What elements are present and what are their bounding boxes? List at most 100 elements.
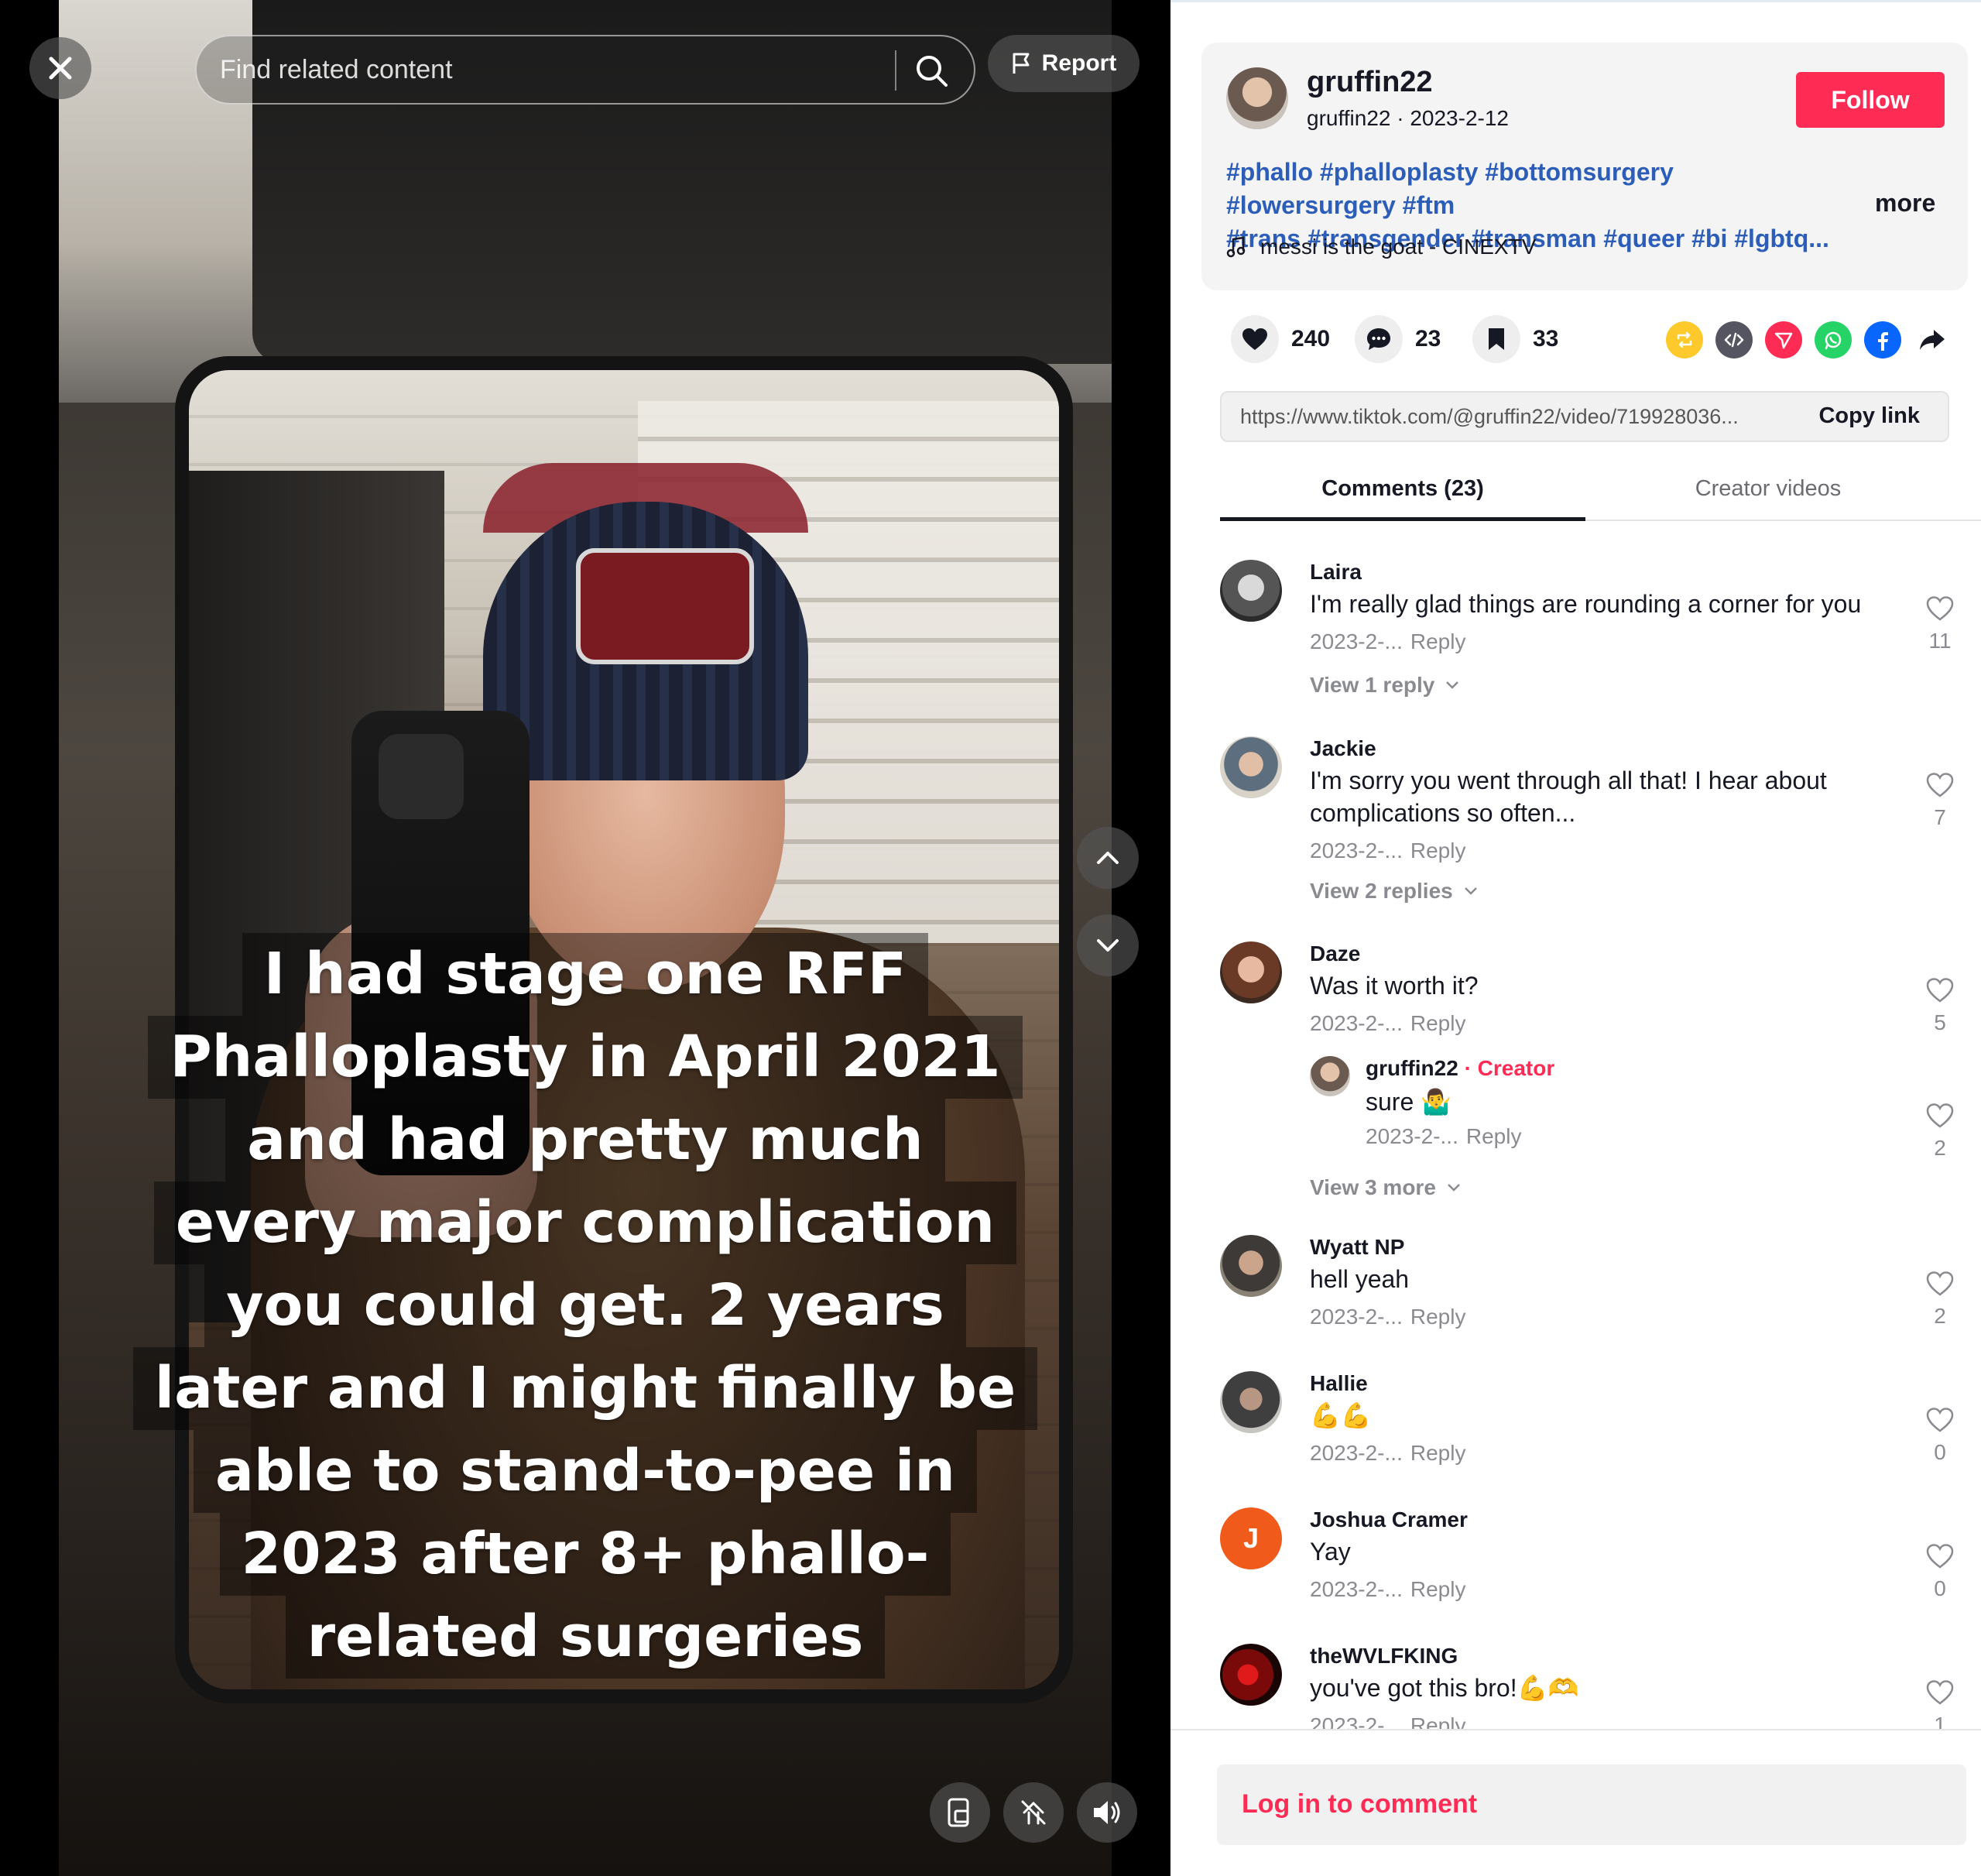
comments-list[interactable]: Laira I'm really glad things are roundin… xyxy=(1170,523,1981,1729)
embed-button[interactable] xyxy=(1715,321,1753,358)
login-to-comment-link[interactable]: Log in to comment xyxy=(1242,1789,1477,1819)
reply-button[interactable]: Reply xyxy=(1410,629,1466,653)
comment-like-count: 0 xyxy=(1934,1576,1946,1600)
reply-button[interactable]: Reply xyxy=(1410,1713,1466,1729)
share-link-url[interactable]: https://www.tiktok.com/@gruffin22/video/… xyxy=(1240,405,1798,429)
reply-button[interactable]: Reply xyxy=(1410,1305,1466,1329)
report-label: Report xyxy=(1041,50,1117,76)
creator-reply: gruffin22 · Creator sure 🤷‍♂️ 2023-2-...… xyxy=(1310,1056,1960,1157)
tab-comments[interactable]: Comments (23) xyxy=(1220,467,1585,521)
picture-in-picture-button[interactable] xyxy=(930,1782,990,1843)
comment-username[interactable]: Daze xyxy=(1310,941,1360,966)
close-button[interactable] xyxy=(29,37,91,99)
author-name[interactable]: gruffin22 xyxy=(1307,66,1433,99)
avatar[interactable] xyxy=(1220,560,1282,622)
video-frame: I had stage one RFF Phalloplasty in Apri… xyxy=(59,0,1112,1876)
heart-outline-icon xyxy=(1926,1408,1954,1432)
description-more-link[interactable]: more xyxy=(1875,189,1935,218)
reply-like-button[interactable]: 2 xyxy=(1915,1103,1965,1161)
next-video-button[interactable] xyxy=(1077,914,1139,976)
heart-outline-icon xyxy=(1926,1103,1954,1128)
video-player[interactable]: I had stage one RFF Phalloplasty in Apri… xyxy=(0,0,1170,1876)
reply-button[interactable]: Reply xyxy=(1410,1577,1466,1601)
reply-username[interactable]: gruffin22 · Creator xyxy=(1366,1056,1554,1081)
bookmark-icon xyxy=(1489,328,1504,350)
picture-in-picture-icon xyxy=(948,1798,969,1827)
avatar[interactable]: J xyxy=(1220,1507,1282,1569)
author-avatar[interactable] xyxy=(1226,67,1288,129)
reply-button[interactable]: Reply xyxy=(1410,839,1466,863)
reply-button[interactable]: Reply xyxy=(1410,1011,1466,1035)
caption-line: 2023 after 8+ phallo- xyxy=(219,1513,951,1596)
share-link-box: https://www.tiktok.com/@gruffin22/video/… xyxy=(1220,391,1949,442)
video-info-card: gruffin22 gruffin22 · 2023-2-12 Follow #… xyxy=(1201,43,1968,290)
comment-username[interactable]: Wyatt NP xyxy=(1310,1235,1404,1260)
whatsapp-icon xyxy=(1825,331,1842,350)
search-input[interactable] xyxy=(220,36,855,103)
reply-button[interactable]: Reply xyxy=(1466,1124,1522,1148)
repost-button[interactable] xyxy=(1666,321,1703,358)
search-divider xyxy=(895,50,896,91)
comment-item: J Joshua Cramer Yay 2023-2-... Reply 0 xyxy=(1220,1507,1963,1624)
music-title: messi is the goat - CINEXTV xyxy=(1260,235,1537,259)
comment-input-box[interactable]: Log in to comment xyxy=(1217,1765,1966,1845)
caption-line: related surgeries xyxy=(285,1596,886,1679)
tab-creator-videos[interactable]: Creator videos xyxy=(1585,467,1951,521)
video-hat-patch xyxy=(576,548,754,664)
close-icon xyxy=(49,57,72,80)
save-button[interactable]: 33 xyxy=(1472,315,1558,363)
comment-like-button[interactable]: 11 xyxy=(1915,595,1965,653)
comment-username[interactable]: Joshua Cramer xyxy=(1310,1507,1468,1532)
autoscroll-button[interactable] xyxy=(1003,1782,1064,1843)
comment-username[interactable]: Jackie xyxy=(1310,736,1376,761)
comment-username[interactable]: theWVLFKING xyxy=(1310,1644,1458,1669)
comment-text: 💪💪 xyxy=(1310,1401,1372,1429)
search-icon[interactable] xyxy=(913,52,951,91)
comment-date: 2023-2-... xyxy=(1310,1011,1403,1035)
avatar[interactable] xyxy=(1220,1371,1282,1433)
like-button[interactable]: 240 xyxy=(1231,315,1330,363)
comment-button[interactable]: 23 xyxy=(1355,315,1441,363)
avatar[interactable] xyxy=(1220,1644,1282,1706)
comment-item: Jackie I'm sorry you went through all th… xyxy=(1220,736,1963,907)
comment-like-button[interactable]: 2 xyxy=(1915,1271,1965,1329)
avatar[interactable] xyxy=(1220,736,1282,798)
comment-username[interactable]: Hallie xyxy=(1310,1371,1368,1396)
comment-meta: 2023-2-... Reply xyxy=(1310,629,1465,654)
comment-footer-divider xyxy=(1170,1729,1981,1730)
hashtags-line[interactable]: #phallo #phalloplasty #bottomsurgery #lo… xyxy=(1226,156,1846,222)
avatar[interactable] xyxy=(1220,1235,1282,1297)
avatar[interactable] xyxy=(1220,941,1282,1003)
heart-outline-icon xyxy=(1926,1271,1954,1296)
comment-date: 2023-2-... xyxy=(1310,1441,1403,1465)
comment-like-button[interactable]: 5 xyxy=(1915,977,1965,1035)
heart-outline-icon xyxy=(1926,1544,1954,1569)
comment-username[interactable]: Laira xyxy=(1310,560,1362,585)
comment-like-button[interactable]: 0 xyxy=(1915,1407,1965,1465)
avatar[interactable] xyxy=(1310,1056,1350,1096)
previous-video-button[interactable] xyxy=(1077,827,1139,889)
comment-like-button[interactable]: 1 xyxy=(1915,1679,1965,1729)
send-to-friends-button[interactable] xyxy=(1765,321,1802,358)
comment-like-button[interactable]: 7 xyxy=(1915,772,1965,830)
chevron-down-icon xyxy=(1446,681,1459,689)
comment-like-button[interactable]: 0 xyxy=(1915,1543,1965,1601)
volume-button[interactable] xyxy=(1077,1782,1137,1843)
view-replies-button[interactable]: View 1 reply xyxy=(1310,673,1459,698)
copy-link-button[interactable]: Copy link xyxy=(1818,403,1920,429)
view-replies-button[interactable]: View 2 replies xyxy=(1310,879,1478,904)
chevron-down-icon xyxy=(1097,939,1119,952)
report-button[interactable]: Report xyxy=(988,35,1140,92)
search-bar[interactable] xyxy=(195,35,975,105)
reply-button[interactable]: Reply xyxy=(1410,1441,1466,1465)
more-share-button[interactable] xyxy=(1914,321,1951,358)
comment-meta: 2023-2-... Reply xyxy=(1310,1577,1465,1602)
chevron-down-icon xyxy=(1464,887,1477,895)
whatsapp-share-button[interactable] xyxy=(1815,321,1852,358)
follow-button[interactable]: Follow xyxy=(1796,72,1945,128)
comment-text: Was it worth it? xyxy=(1310,972,1479,1000)
music-link[interactable]: messi is the goat - CINEXTV xyxy=(1226,235,1536,259)
facebook-share-button[interactable] xyxy=(1864,321,1901,358)
comment-like-count: 1 xyxy=(1934,1713,1946,1729)
view-replies-button[interactable]: View 3 more xyxy=(1310,1175,1461,1200)
